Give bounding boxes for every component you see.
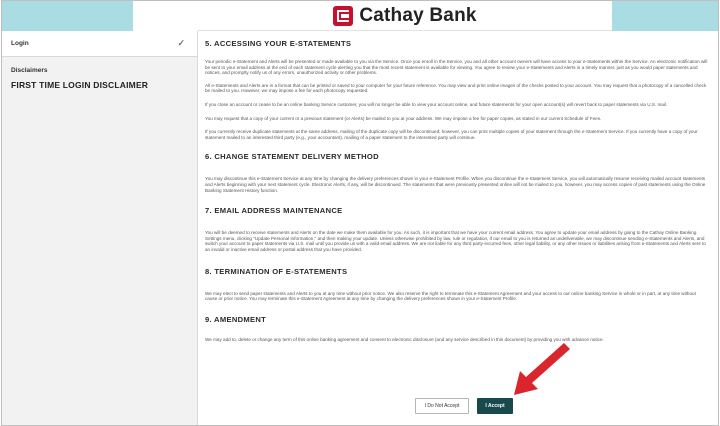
section-email-address-maintenance: 7. EMAIL ADDRESS MAINTENANCE You will be… xyxy=(205,206,708,252)
section-paragraph: If you close an account or cease to be a… xyxy=(205,101,668,107)
section-title: 6. CHANGE STATEMENT DELIVERY METHOD xyxy=(205,152,379,162)
section-paragraph: You may request that a copy of your curr… xyxy=(205,115,602,121)
header-brand-area: Cathay Bank xyxy=(198,1,612,31)
header-right-band xyxy=(612,1,718,31)
section-paragraph: You may discontinue this e-Statement Ser… xyxy=(205,176,706,193)
section-paragraph: You will be deemed to receive statements… xyxy=(205,230,706,252)
app-window: Cathay Bank Login ✓ Disclaimers FIRST TI… xyxy=(1,0,719,426)
section-title: 8. TERMINATION OF E-STATEMENTS xyxy=(205,266,348,276)
do-not-accept-button[interactable]: I Do Not Accept xyxy=(415,398,469,414)
section-termination-of-e-statements: 8. TERMINATION OF E-STATEMENTS We may el… xyxy=(205,267,708,302)
section-paragraph: We may add to, delete or change any term… xyxy=(205,336,604,342)
section-title: 5. ACCESSING YOUR E-STATEMENTS xyxy=(205,39,352,48)
section-change-delivery-method: 6. CHANGE STATEMENT DELIVERY METHOD You … xyxy=(205,152,708,193)
section-amendment: 9. AMENDMENT We may add to, delete or ch… xyxy=(205,315,708,343)
cathay-logo-icon xyxy=(333,5,354,26)
section-paragraph: Your periodic e-Statement and Alerts wil… xyxy=(205,59,708,76)
checkmark-icon: ✓ xyxy=(177,38,185,48)
section-paragraph: All e-Statements and Alerts are in a for… xyxy=(205,82,707,94)
section-paragraph: We may elect to send paper statements an… xyxy=(205,290,696,302)
header-left-band xyxy=(2,1,133,31)
sidebar-item-label: Login xyxy=(11,40,29,47)
section-paragraph: If you currently receive duplicate state… xyxy=(205,129,698,140)
sidebar-section-disclaimers: Disclaimers FIRST TIME LOGIN DISCLAIMER xyxy=(2,57,197,90)
section-title: 7. EMAIL ADDRESS MAINTENANCE xyxy=(205,206,343,216)
brand-logo: Cathay Bank xyxy=(333,5,476,27)
sidebar-item-login[interactable]: Login ✓ xyxy=(2,31,197,57)
accept-button[interactable]: I Accept xyxy=(477,398,513,414)
red-arrow-annotation-icon xyxy=(514,343,570,395)
brand-name: Cathay Bank xyxy=(359,4,477,26)
section-title: 9. AMENDMENT xyxy=(205,314,267,324)
sidebar-item-disclaimers[interactable]: Disclaimers xyxy=(11,67,188,74)
agreement-actions: I Do Not Accept I Accept xyxy=(415,398,513,414)
disclaimer-content: 5. ACCESSING YOUR E-STATEMENTS Your peri… xyxy=(199,31,718,425)
sidebar-item-first-time-login-disclaimer[interactable]: FIRST TIME LOGIN DISCLAIMER xyxy=(11,80,188,90)
section-accessing-e-statements: 5. ACCESSING YOUR E-STATEMENTS Your peri… xyxy=(205,39,708,140)
sidebar: Login ✓ Disclaimers FIRST TIME LOGIN DIS… xyxy=(2,31,198,425)
